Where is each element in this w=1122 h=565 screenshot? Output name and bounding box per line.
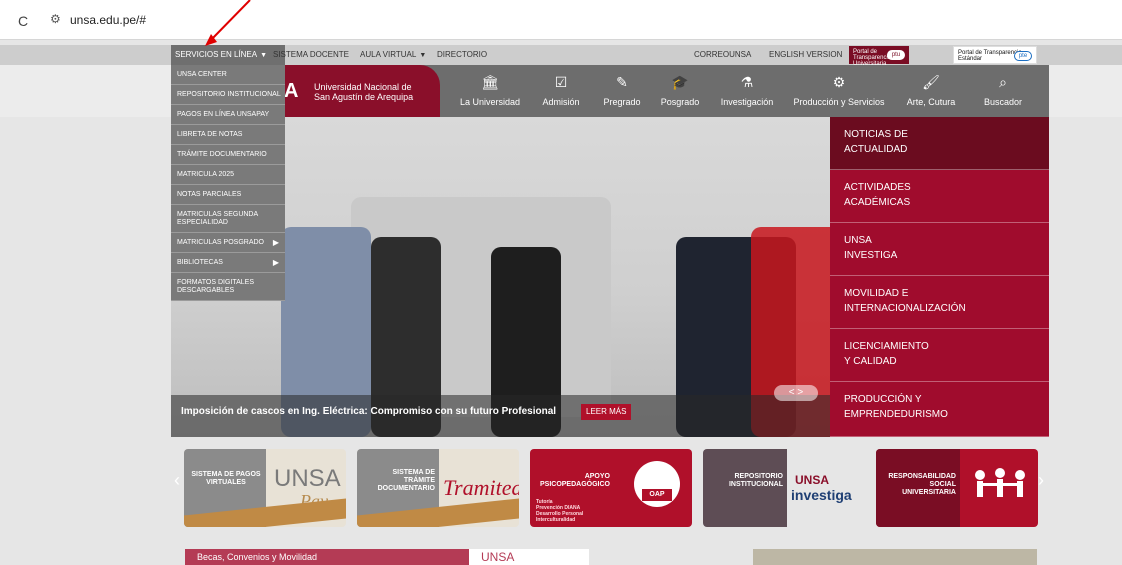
banner-tramited[interactable]: SISTEMA DE TRÁMITE DOCUMENTARIO Tramited — [357, 449, 519, 527]
ptu-badge: ptu — [887, 50, 905, 60]
dropdown-bibliotecas[interactable]: BIBLIOTECAS ▶ — [171, 253, 285, 273]
utility-topbar: SERVICIOS EN LÍNEA ▼ SISTEMA DOCENTE AULA… — [0, 45, 1122, 67]
nav-produccion-y-servicios[interactable]: ⚙ Producción y Servicios — [789, 65, 889, 117]
dropdown-repositorio-institucional[interactable]: REPOSITORIO INSTITUCIONAL — [171, 85, 285, 105]
reload-icon[interactable]: C — [18, 13, 28, 29]
nav-buscador[interactable]: ⌕ Buscador — [973, 65, 1033, 117]
card-title: SISTEMA DE PAGOS VIRTUALES — [191, 471, 261, 486]
dropdown-formatos-digitales[interactable]: FORMATOS DIGITALES DESCARGABLES — [171, 273, 285, 301]
servicios-dropdown-menu: UNSA CENTER REPOSITORIO INSTITUCIONAL PA… — [171, 65, 285, 301]
dropdown-matriculas-segunda-especialidad[interactable]: MATRICULAS SEGUNDA ESPECIALIDAD — [171, 205, 285, 233]
dropdown-matriculas-posgrado[interactable]: MATRICULAS POSGRADO ▶ — [171, 233, 285, 253]
unsa-panel: UNSA — [469, 549, 589, 565]
hero-caption: Imposición de cascos en Ing. Eléctrica: … — [181, 406, 557, 417]
browser-bar: C ⚙ unsa.edu.pe/# — [0, 0, 1122, 40]
dropdown-notas-parciales[interactable]: NOTAS PARCIALES — [171, 185, 285, 205]
topbar-correounsa[interactable]: CORREOUNSA — [690, 45, 755, 65]
people-icon — [970, 465, 1030, 505]
card-subtitle: Tutoría Prevención DIANA Desarrollo Person… — [536, 499, 584, 523]
slider-arrows[interactable]: < > — [774, 385, 818, 401]
nav-arte-cultura[interactable]: 🖌 Arte, Cutura — [897, 65, 965, 117]
nav-la-universidad[interactable]: 🏛 La Universidad — [455, 65, 525, 117]
side-produccion-emprendedurismo[interactable]: PRODUCCIÓN Y EMPRENDEDURISMO — [830, 382, 1049, 437]
read-more-button[interactable]: LEER MÁS — [581, 404, 632, 420]
card-title: RESPONSABILIDAD SOCIAL UNIVERSITARIA — [888, 473, 956, 496]
checkbox-icon: ☑ — [554, 74, 568, 90]
side-actividades-academicas[interactable]: ACTIVIDADES ACADÉMICAS — [830, 170, 1049, 223]
edit-icon: ✎ — [616, 74, 628, 90]
chevron-down-icon: ▼ — [419, 52, 427, 59]
flask-icon: ⚗ — [740, 74, 754, 90]
carousel-prev-icon[interactable]: ‹ — [174, 470, 180, 491]
nav-admision[interactable]: ☑ Admisión — [535, 65, 587, 117]
nav-posgrado[interactable]: 🎓 Posgrado — [655, 65, 705, 117]
logo-mark: A — [284, 80, 299, 102]
banner-apoyo-psicopedagogico[interactable]: APOYO PSICOPEDAGÓGICO Tutoría Prevención D… — [530, 449, 692, 527]
side-unsa-investiga[interactable]: UNSA INVESTIGA — [830, 223, 1049, 276]
url-bar[interactable]: unsa.edu.pe/# — [70, 13, 146, 27]
chevron-right-icon: ▶ — [272, 238, 279, 247]
card-title: SISTEMA DE TRÁMITE DOCUMENTARIO — [377, 469, 435, 492]
site-settings-icon[interactable]: ⚙ — [50, 12, 61, 26]
university-icon: 🏛 — [481, 74, 499, 90]
chevron-down-icon: ▼ — [260, 52, 268, 59]
side-licenciamiento-calidad[interactable]: LICENCIAMIENTO Y CALIDAD — [830, 329, 1049, 382]
carousel-next-icon[interactable]: › — [1038, 470, 1044, 491]
transparency-standard-link[interactable]: Portal de Transparencia Estándar pte — [953, 46, 1037, 64]
page-root: C ⚙ unsa.edu.pe/# SERVICIOS EN LÍNEA ▼ SI… — [0, 0, 1122, 565]
side-menu: NOTICIAS DE ACTUALIDAD ACTIVIDADES ACADÉMI… — [830, 117, 1049, 437]
search-icon: ⌕ — [999, 74, 1007, 90]
side-movilidad-internacionalizacion[interactable]: MOVILIDAD E INTERNACIONALIZACIÓN — [830, 276, 1049, 329]
banner-repositorio-institucional[interactable]: REPOSITORIO INSTITUCIONAL UNSA investiga — [703, 449, 865, 527]
chevron-right-icon: ▶ — [272, 258, 279, 267]
topbar-aula-virtual[interactable]: AULA VIRTUAL ▼ — [356, 45, 430, 65]
banner-responsabilidad-social[interactable]: RESPONSABILIDAD SOCIAL UNIVERSITARIA — [876, 449, 1038, 527]
nav-pregrado[interactable]: ✎ Pregrado — [596, 65, 648, 117]
side-noticias-actualidad[interactable]: NOTICIAS DE ACTUALIDAD — [830, 117, 1049, 170]
dropdown-matricula-2025[interactable]: MATRICULA 2025 — [171, 165, 285, 185]
dropdown-tramite-documentario[interactable]: TRÁMITE DOCUMENTARIO — [171, 145, 285, 165]
gears-icon: ⚙ — [832, 74, 846, 90]
brush-icon: 🖌 — [922, 74, 940, 90]
transparency-university-link[interactable]: Portal de Transparencia Universitaria pt… — [849, 46, 909, 67]
tramited-wordmark: Tramited — [443, 475, 519, 500]
becas-convenios-panel[interactable]: Becas, Convenios y Movilidad — [185, 549, 469, 565]
card-title: APOYO PSICOPEDAGÓGICO — [539, 473, 610, 488]
investiga-wordmark: investiga — [791, 487, 852, 503]
annotation-arrow — [205, 0, 251, 46]
card-title: REPOSITORIO INSTITUCIONAL — [728, 473, 783, 488]
topbar-english-version[interactable]: ENGLISH VERSION — [765, 45, 846, 65]
unsa-wordmark: UNSA — [795, 473, 830, 487]
topbar-directorio[interactable]: DIRECTORIO — [433, 45, 491, 65]
topbar-sistema-docente[interactable]: SISTEMA DOCENTE — [269, 45, 353, 65]
graduation-cap-icon: 🎓 — [671, 74, 689, 90]
dropdown-pagos-en-linea[interactable]: PAGOS EN LÍNEA UNSAPAY — [171, 105, 285, 125]
dropdown-unsa-center[interactable]: UNSA CENTER — [171, 65, 285, 85]
logo-text: Universidad Nacional de San Agustín de A… — [314, 82, 414, 102]
oap-logo: OAP — [634, 461, 680, 507]
university-logo[interactable]: A Universidad Nacional de San Agustín de… — [270, 65, 440, 117]
nav-investigacion[interactable]: ⚗ Investigación — [712, 65, 782, 117]
hero-caption-bar: < > Imposición de cascos en Ing. Eléctri… — [171, 385, 830, 437]
unsa-wordmark: UNSA — [274, 465, 341, 492]
dropdown-libreta-de-notas[interactable]: LIBRETA DE NOTAS — [171, 125, 285, 145]
banner-unsa-pay[interactable]: SISTEMA DE PAGOSVIRTUALES UNSA Pay — [184, 449, 346, 527]
gray-panel — [753, 549, 1037, 565]
pte-badge: pte — [1014, 51, 1032, 61]
bottom-panels: Becas, Convenios y Movilidad UNSA — [171, 541, 1049, 565]
